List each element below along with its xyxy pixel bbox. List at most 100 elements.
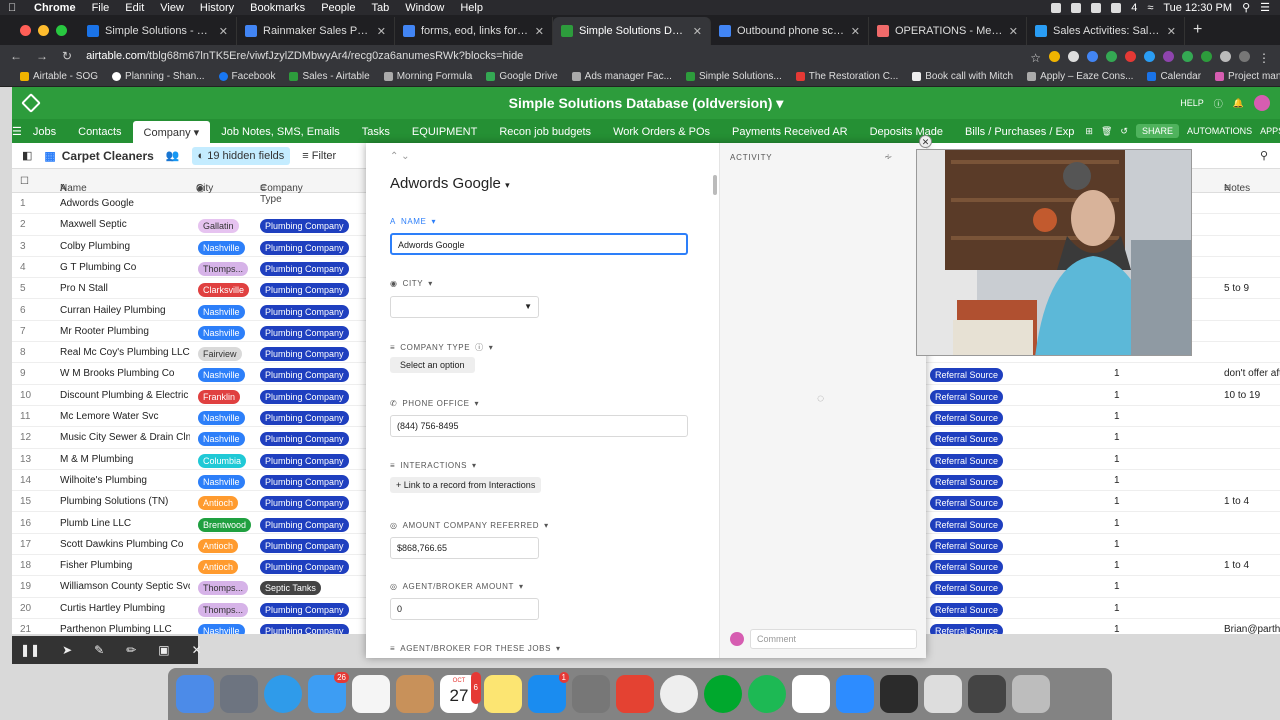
user-avatar[interactable]	[1254, 95, 1270, 111]
cell-company-type-pill[interactable]: Plumbing Company	[260, 538, 349, 553]
apple-menu-icon[interactable]: 	[8, 2, 20, 14]
cell-company-type-pill[interactable]: Plumbing Company	[260, 624, 349, 634]
bookmark-item[interactable]: Book call with Mitch	[912, 71, 1013, 82]
extension-icon[interactable]	[1144, 50, 1155, 62]
record-title[interactable]: Adwords Google ▾	[390, 175, 510, 192]
cell-city-pill[interactable]: Thomps...	[198, 261, 249, 276]
scrollbar-thumb[interactable]	[713, 175, 717, 195]
phone-office-input[interactable]: (844) 756-8495	[390, 415, 688, 437]
cell-name[interactable]: Mc Lemore Water Svc	[60, 411, 190, 422]
cell-source-pill[interactable]: Referral Source	[930, 624, 1004, 634]
menu-bookmarks[interactable]: Bookmarks	[250, 2, 305, 14]
cell-source-pill[interactable]: Referral Source	[930, 389, 1004, 404]
cell-city-pill[interactable]: Columbia	[198, 453, 247, 468]
contacts-icon[interactable]	[396, 675, 434, 713]
cell-count[interactable]: 1	[1114, 581, 1120, 592]
browser-tab-active[interactable]: Simple Solutions Database (old ✕	[553, 17, 711, 45]
clock[interactable]: Tue 12:30 PM	[1163, 2, 1232, 14]
bookmark-item[interactable]: Sales - Airtable	[289, 71, 370, 82]
status-app-icon[interactable]	[1111, 2, 1122, 13]
cell-name[interactable]: Wilhoite's Plumbing	[60, 475, 190, 486]
table-tab-bills-purchases[interactable]: Bills / Purchases / Exp	[954, 121, 1085, 143]
wifi-icon[interactable]: ≈	[1147, 2, 1153, 14]
bookmark-item[interactable]: Facebook	[218, 71, 275, 82]
record-nav-arrows-icon[interactable]: ⌃ ⌄	[390, 151, 410, 162]
cell-company-type-pill[interactable]: Plumbing Company	[260, 432, 349, 447]
extension-icon[interactable]	[1163, 50, 1174, 62]
spotify-icon[interactable]	[748, 675, 786, 713]
cell-source-pill[interactable]: Referral Source	[930, 538, 1004, 553]
automations-button[interactable]: AUTOMATIONS	[1187, 126, 1252, 136]
pen-icon[interactable]: ✎	[94, 643, 104, 657]
bookmark-item[interactable]: Ads manager Fac...	[571, 71, 672, 82]
cell-city-pill[interactable]: Thomps...	[198, 602, 249, 617]
table-tab-payments-received[interactable]: Payments Received AR	[721, 121, 859, 143]
cell-source-pill[interactable]: Referral Source	[930, 474, 1004, 489]
cell-source-pill[interactable]: Referral Source	[930, 602, 1004, 617]
back-icon[interactable]: ←	[10, 49, 22, 63]
menu-history[interactable]: History	[200, 2, 234, 14]
cell-city-pill[interactable]: Nashville	[198, 304, 245, 319]
todoist-icon[interactable]	[616, 675, 654, 713]
notifications-bell-icon[interactable]: 🔔	[1233, 98, 1244, 109]
cell-count[interactable]: 1	[1114, 454, 1120, 465]
table-tab-tasks[interactable]: Tasks	[351, 121, 401, 143]
chevron-down-icon[interactable]: ▾	[519, 582, 524, 591]
search-icon[interactable]: ⚲	[1242, 1, 1250, 14]
cell-city-pill[interactable]: Nashville	[198, 240, 245, 255]
cell-company-type-pill[interactable]: Plumbing Company	[260, 560, 349, 575]
cell-city-pill[interactable]: Gallatin	[198, 219, 239, 234]
table-tab-job-notes[interactable]: Job Notes, SMS, Emails	[210, 121, 351, 143]
chrome-icon[interactable]	[660, 675, 698, 713]
cell-notes[interactable]: 1 to 4	[1224, 496, 1280, 507]
cell-city-pill[interactable]: Clarksville	[198, 283, 250, 298]
extension-icon[interactable]	[1201, 50, 1212, 62]
cell-count[interactable]: 1	[1114, 518, 1120, 529]
extension-icon[interactable]	[1125, 50, 1136, 62]
chevron-down-icon[interactable]: ▾	[472, 461, 477, 470]
airtable-logo-icon[interactable]	[21, 93, 41, 113]
extension-icon[interactable]	[1068, 50, 1079, 62]
browser-tab[interactable]: Simple Solutions - Calendar - ✕	[79, 17, 237, 45]
cell-company-type-pill[interactable]: Plumbing Company	[260, 261, 349, 276]
cell-city-pill[interactable]: Brentwood	[198, 517, 252, 532]
system-preferences-icon[interactable]	[572, 675, 610, 713]
cursor-icon[interactable]: ➤	[62, 643, 72, 657]
cell-company-type-pill[interactable]: Plumbing Company	[260, 389, 349, 404]
cell-count[interactable]: 1	[1114, 390, 1120, 401]
cell-city-pill[interactable]: Nashville	[198, 432, 245, 447]
menu-chrome[interactable]: Chrome	[34, 2, 76, 14]
slack-icon[interactable]	[792, 675, 830, 713]
launchpad-icon[interactable]	[220, 675, 258, 713]
chevron-down-icon[interactable]: ▾	[475, 399, 480, 408]
cell-name[interactable]: Pro N Stall	[60, 283, 190, 294]
close-tab-icon[interactable]: ✕	[377, 25, 386, 38]
browser-tab[interactable]: OPERATIONS - Meeting Age ✕	[869, 17, 1027, 45]
cell-count[interactable]: 1	[1114, 411, 1120, 422]
cell-source-pill[interactable]: Referral Source	[930, 517, 1004, 532]
cell-name[interactable]: Maxwell Septic	[60, 219, 190, 230]
agent-amount-input[interactable]: 0	[390, 598, 539, 620]
cell-company-type-pill[interactable]: Plumbing Company	[260, 283, 349, 298]
bookmark-item[interactable]: Apply – Eaze Cons...	[1027, 71, 1133, 82]
comment-input[interactable]: Comment	[750, 629, 917, 649]
cell-company-type-pill[interactable]: Plumbing Company	[260, 240, 349, 255]
select-option-button[interactable]: Select an option	[390, 357, 475, 373]
cell-count[interactable]: 1	[1114, 560, 1120, 571]
hidden-fields-button[interactable]: ◐ 19 hidden fields	[191, 146, 291, 165]
forward-icon[interactable]: →	[36, 49, 48, 63]
cell-name[interactable]: Music City Sewer & Drain Clng	[60, 432, 190, 443]
help-circle-icon[interactable]: ⓘ	[1214, 97, 1223, 110]
cell-source-pill[interactable]: Referral Source	[930, 453, 1004, 468]
pause-icon[interactable]: ❚❚	[20, 643, 40, 657]
minimized-window-icon[interactable]	[968, 675, 1006, 713]
close-tab-icon[interactable]: ✕	[535, 25, 544, 38]
cell-notes[interactable]: Brian@parthe	[1224, 624, 1280, 634]
table-tab-deposits-made[interactable]: Deposits Made	[859, 121, 954, 143]
menu-edit[interactable]: Edit	[125, 2, 144, 14]
cell-source-pill[interactable]: Referral Source	[930, 432, 1004, 447]
close-tab-icon[interactable]: ✕	[1167, 25, 1176, 38]
cell-company-type-pill[interactable]: Plumbing Company	[260, 474, 349, 489]
cell-count[interactable]: 1	[1114, 603, 1120, 614]
status-app-icon[interactable]	[1051, 2, 1062, 13]
